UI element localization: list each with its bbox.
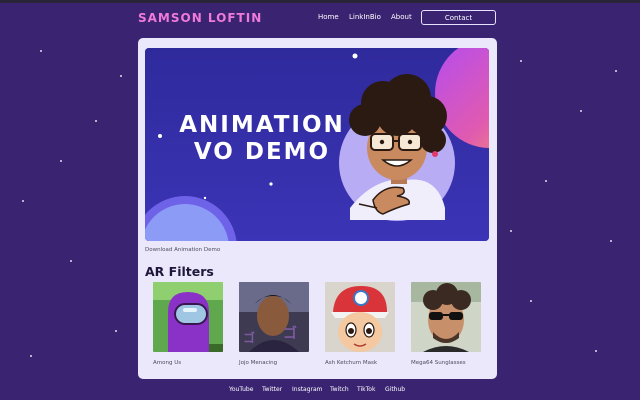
main-card: ANIMATION VO DEMO Download Animation Dem… — [138, 38, 497, 379]
footer-twitter-link[interactable]: Twitter — [262, 386, 282, 393]
nav-about-link[interactable]: About — [391, 13, 412, 21]
animation-demo-banner[interactable]: ANIMATION VO DEMO — [145, 48, 489, 241]
star — [510, 230, 512, 232]
star — [95, 120, 97, 122]
star — [530, 300, 532, 302]
star — [610, 240, 612, 242]
star — [545, 180, 547, 182]
star — [595, 350, 597, 352]
filter-thumbnail[interactable] — [325, 282, 395, 352]
brand-logo-text[interactable]: SAMSON LOFTIN — [138, 11, 262, 25]
svg-text:ゴ: ゴ — [243, 330, 255, 345]
banner-title: ANIMATION VO DEMO — [167, 112, 357, 166]
contact-button[interactable]: Contact — [421, 10, 496, 25]
star — [22, 200, 24, 202]
filter-thumbnail[interactable] — [153, 282, 223, 352]
filter-thumbnail[interactable]: ゴ ゴ — [239, 282, 309, 352]
top-border — [0, 0, 640, 3]
footer-instagram-link[interactable]: Instagram — [292, 386, 323, 393]
banner-title-line1: ANIMATION — [179, 112, 345, 138]
ar-filter-ash-ketchum-mask[interactable]: Ash Ketchum Mask — [325, 282, 395, 366]
download-demo-link[interactable]: Download Animation Demo — [145, 247, 220, 253]
footer-tiktok-link[interactable]: TikTok — [357, 386, 375, 393]
svg-text:ゴ: ゴ — [283, 325, 297, 342]
star — [30, 355, 32, 357]
ar-filters-heading: AR Filters — [145, 264, 214, 279]
filter-label[interactable]: Jojo Menacing — [239, 360, 309, 366]
filter-label[interactable]: Among Us — [153, 360, 223, 366]
nav-home-link[interactable]: Home — [318, 13, 339, 21]
banner-title-line2: VO DEMO — [193, 139, 331, 165]
ash-ketchum-image — [325, 282, 395, 352]
footer-youtube-link[interactable]: YouTube — [229, 386, 253, 393]
filter-label[interactable]: Ash Ketchum Mask — [325, 360, 395, 366]
nav-linkinbio-link[interactable]: LinkInBio — [349, 13, 381, 21]
star — [615, 70, 617, 72]
jojo-menacing-image: ゴ ゴ — [239, 282, 309, 352]
star — [520, 60, 522, 62]
star — [115, 330, 117, 332]
star — [60, 160, 62, 162]
footer-twitch-link[interactable]: Twitch — [330, 386, 349, 393]
filter-label[interactable]: Mega64 Sunglasses — [411, 360, 481, 366]
ar-filter-among-us[interactable]: Among Us — [153, 282, 223, 366]
among-us-image — [153, 282, 223, 352]
mega64-sunglasses-image — [411, 282, 481, 352]
footer-github-link[interactable]: Github — [385, 386, 405, 393]
star — [580, 110, 582, 112]
star — [40, 50, 42, 52]
filter-thumbnail[interactable] — [411, 282, 481, 352]
ar-filter-jojo-menacing[interactable]: ゴ ゴ Jojo Menacing — [239, 282, 309, 366]
star — [70, 260, 72, 262]
star — [120, 75, 122, 77]
ar-filter-mega64-sunglasses[interactable]: Mega64 Sunglasses — [411, 282, 481, 366]
